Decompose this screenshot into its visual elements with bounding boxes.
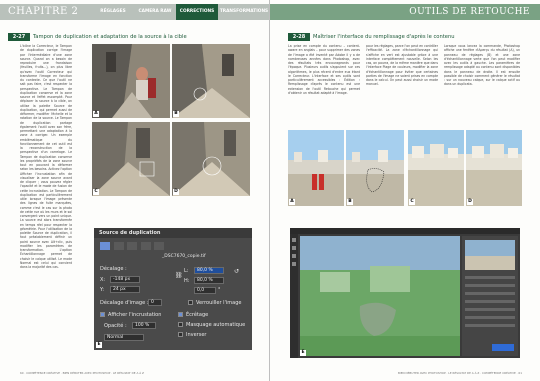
y-label: Y: [100, 287, 105, 293]
width-field[interactable]: 80,0 % [194, 267, 224, 274]
body-column-2: pour les réglages, parce l'on peut en co… [366, 44, 438, 87]
footer-text: BIEN DÉBUTER AVEC PHOTOSHOP · LE RÉSULTA… [398, 371, 522, 375]
photo-d: D [172, 122, 250, 196]
zoom-tool-icon[interactable] [292, 262, 296, 266]
lock-frame-checkbox[interactable] [188, 300, 193, 305]
section-number: 2-28 [288, 33, 310, 41]
footer-text: 60 · COMPÉTENCE CRÉATIVE · BIEN DÉBUTER … [20, 371, 144, 375]
section-title: Tampon de duplication et adaptation de l… [33, 34, 187, 40]
beach-photo-d [466, 130, 522, 206]
chapter-title: CHAPITRE 2 [8, 6, 79, 17]
photo-label-c: C [93, 189, 99, 195]
x-offset-field[interactable]: -148 px [110, 276, 140, 283]
tab-camera-raw[interactable]: CAMERA RAW [134, 4, 176, 20]
photo-a: A [92, 44, 170, 118]
app-menubar [290, 228, 520, 234]
left-page: CHAPITRE 2 RÉGLAGES CAMERA RAW CORRECTIO… [0, 0, 270, 381]
section-title: Maîtriser l'interface du remplissage d'a… [313, 34, 455, 40]
body-text: L'icône la Correcteur, le Tampon de dupl… [20, 44, 72, 269]
angle-field[interactable]: 0,0 [194, 287, 216, 294]
auto-hide-label: Masquage automatique [186, 322, 246, 328]
source-filename: _DSC7670_copie.tif [162, 254, 206, 259]
clone-source-panel: Source de duplication _DSC7670_copie.tif… [94, 228, 252, 350]
photo-a: A [288, 130, 344, 206]
photo-label-a: A [289, 199, 295, 205]
beach-photo-c [408, 130, 464, 206]
height-field[interactable]: 80,0 % [194, 277, 224, 284]
lasso-tool-icon[interactable] [292, 246, 296, 250]
page-title: OUTILS DE RETOUCHE [409, 7, 530, 17]
preview-and-settings-panel [462, 236, 518, 356]
photo-c: C [408, 130, 464, 206]
invert-checkbox[interactable] [178, 332, 183, 337]
link-icon[interactable]: ⛓ [175, 272, 183, 279]
x-label: X: [100, 277, 106, 283]
beach-photo-b [346, 130, 404, 206]
stamp-source-3-icon[interactable] [127, 242, 138, 250]
opacity-label: Opacité : [104, 323, 127, 329]
angle-unit: ° [218, 287, 221, 293]
photo-label-c: C [409, 199, 415, 205]
content-aware-fill-interface: E [290, 228, 520, 358]
beach-photo-a [288, 130, 344, 206]
sample-area-canvas [300, 236, 460, 356]
tab-corrections[interactable]: CORRECTIONS [176, 4, 218, 20]
show-overlay-checkbox[interactable] [100, 312, 105, 317]
lock-frame-label: Verrouiller l'image [196, 300, 242, 306]
photo-label-d: D [467, 199, 473, 205]
tab-transformations[interactable]: TRANSFORMATIONS [218, 4, 269, 20]
hand-tool-icon[interactable] [292, 254, 296, 258]
stamp-source-5-icon[interactable] [154, 242, 165, 250]
frame-offset-label: Décalage d'image : [100, 300, 149, 306]
width-label: L: [184, 268, 189, 274]
street-photo-b [172, 44, 250, 118]
street-photo-a [92, 44, 170, 118]
photo-label-a: A [93, 111, 99, 117]
stamp-source-2-icon[interactable] [113, 242, 124, 250]
section-number: 2-27 [8, 33, 30, 41]
photo-label-e: E [300, 350, 306, 356]
source-icons [100, 242, 165, 252]
body-column-3: Lorsque vous lancez la commande, Photosh… [444, 44, 520, 87]
photo-b: B [172, 44, 250, 118]
tab-reglages[interactable]: RÉGLAGES [92, 4, 134, 20]
offset-label: Décalage : [100, 266, 127, 272]
auto-hide-checkbox[interactable] [178, 322, 183, 327]
height-label: H: [184, 278, 190, 284]
photo-label-d: D [173, 189, 179, 195]
opacity-field[interactable]: 100 % [132, 322, 156, 329]
photo-label-b: B [347, 199, 353, 205]
invert-label: Inverser [186, 332, 207, 338]
body-column-1: La prise en compte du contenu – content-… [288, 44, 360, 95]
frame-offset-field[interactable]: 0 [148, 299, 162, 306]
street-photo-c [92, 122, 170, 196]
y-offset-field[interactable]: 24 px [110, 286, 140, 293]
street-photo-d [172, 122, 250, 196]
photo-c: C [92, 122, 170, 196]
clipped-checkbox[interactable] [178, 312, 183, 317]
photo-label-b: B [173, 111, 179, 117]
stamp-source-4-icon[interactable] [140, 242, 151, 250]
blend-mode-select[interactable]: Normal [104, 334, 144, 341]
reset-transform-icon[interactable]: ↺ [234, 268, 239, 275]
photo-label-e: E [96, 342, 102, 348]
photo-b: B [346, 130, 404, 206]
clipped-label: Écrêtage [186, 312, 209, 318]
brush-tool-icon[interactable] [292, 238, 296, 242]
show-overlay-label: Afficher l'incrustation [108, 312, 162, 318]
right-page: OUTILS DE RETOUCHE 2-28 Maîtriser l'inte… [270, 0, 540, 381]
panel-title: Source de duplication [94, 228, 252, 238]
photo-d: D [466, 130, 522, 206]
tool-strip [290, 234, 298, 358]
stamp-source-1-icon[interactable] [100, 242, 110, 250]
